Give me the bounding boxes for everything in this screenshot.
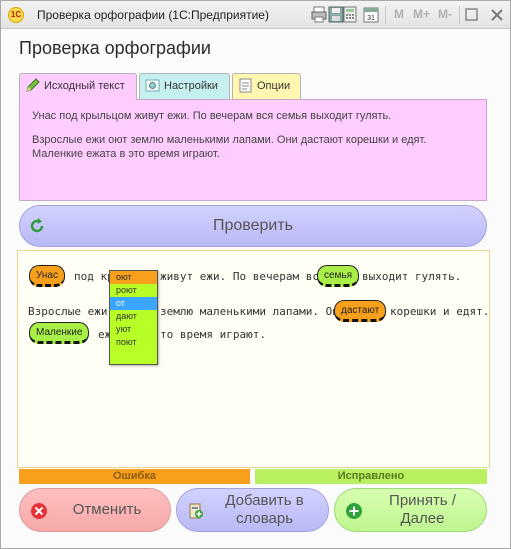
check-button-label: Проверить: [212, 217, 293, 234]
svg-text:31: 31: [367, 15, 375, 22]
legend-fixed: Исправлено: [255, 469, 487, 484]
spell-check-window: 1С Проверка орфографии (1С:Предприятие) …: [0, 0, 511, 549]
fixed-word-chip[interactable]: Маленкие: [29, 322, 90, 344]
suggestion-item[interactable]: оют: [110, 271, 157, 284]
result-text: Взрослые ежи: [28, 305, 108, 318]
calendar-icon[interactable]: 31: [363, 6, 379, 23]
suggestion-item-selected[interactable]: от: [110, 297, 157, 310]
suggestion-dropdown[interactable]: оют роют от дают уют поют: [109, 270, 158, 365]
add-to-dictionary-button[interactable]: Добавить в словарь: [176, 488, 329, 532]
error-word-chip[interactable]: дастают: [334, 300, 387, 322]
toolbar-separator: [459, 6, 460, 24]
cancel-button-label: Отменить: [72, 501, 142, 518]
tab-label: Опции: [257, 80, 291, 92]
options-icon: [239, 78, 252, 93]
suggestion-item[interactable]: поют: [110, 336, 157, 349]
result-text: под кр: [74, 270, 114, 283]
title-bar: 1С Проверка орфографии (1С:Предприятие) …: [1, 1, 510, 29]
tab-source-text[interactable]: Исходный текст: [19, 73, 137, 100]
result-text: землю маленькими лапами. Они: [160, 305, 346, 318]
source-paragraph: Унас под крыльцом живут ежи. По вечерам …: [32, 110, 392, 122]
error-word-chip[interactable]: Унас: [29, 265, 65, 287]
memory-m-button[interactable]: M: [394, 7, 404, 21]
source-text-area[interactable]: Унас под крыльцом живут ежи. По вечерам …: [19, 99, 487, 201]
window-title: Проверка орфографии (1С:Предприятие): [37, 8, 269, 22]
settings-icon: [145, 79, 160, 92]
page-title: Проверка орфографии: [19, 38, 211, 58]
tab-label: Исходный текст: [44, 80, 125, 92]
suggestion-item[interactable]: дают: [110, 310, 157, 323]
source-paragraph: Маленкие ежата в это время играют.: [32, 148, 220, 160]
memory-plus-button[interactable]: M+: [413, 7, 430, 21]
fixed-word-chip[interactable]: семья: [317, 265, 360, 287]
result-text: то время играют.: [160, 328, 266, 341]
result-text: корешки и едят.: [390, 305, 490, 318]
accept-next-label: Принять / Далее: [389, 492, 456, 527]
suggestion-item[interactable]: роют: [110, 284, 157, 297]
legend-error: Ошибка: [19, 469, 250, 484]
plus-icon: [346, 503, 362, 519]
result-text: живут ежи. По вечерам вся: [160, 270, 326, 283]
pencil-icon: [26, 78, 40, 92]
result-text: выходит гулять.: [362, 270, 462, 283]
app-logo-icon: 1С: [8, 7, 24, 23]
suggestion-item[interactable]: уют: [110, 323, 157, 336]
toolbar-separator: [385, 6, 386, 24]
tab-options[interactable]: Опции: [232, 73, 301, 99]
cancel-icon: [31, 503, 47, 519]
tab-label: Настройки: [164, 80, 218, 92]
check-button[interactable]: Проверить: [19, 205, 487, 247]
cancel-button[interactable]: Отменить: [19, 488, 171, 532]
source-paragraph: Взрослые ежи оют землю маленькими лапами…: [32, 134, 427, 146]
add-to-dictionary-label: Добавить в словарь: [225, 492, 304, 527]
check-result-area: под кр живут ежи. По вечерам вся выходит…: [17, 250, 490, 468]
print-icon[interactable]: [311, 6, 327, 23]
dictionary-icon: [189, 503, 203, 519]
close-icon[interactable]: [489, 6, 505, 23]
restore-icon[interactable]: [464, 6, 480, 23]
calculator-icon[interactable]: [342, 6, 358, 23]
memory-minus-button[interactable]: M-: [438, 7, 452, 21]
accept-next-button[interactable]: Принять / Далее: [334, 488, 487, 532]
tab-settings[interactable]: Настройки: [139, 73, 230, 99]
